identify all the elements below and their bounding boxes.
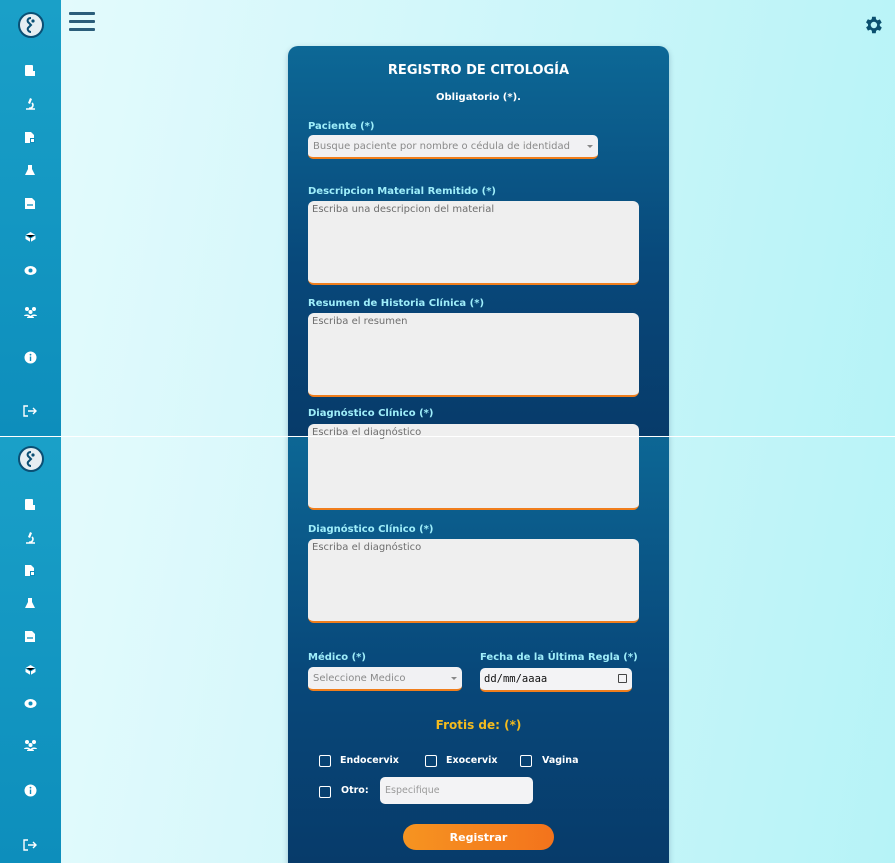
exocervix-label: Exocervix (446, 755, 498, 766)
fecha-label: Fecha de la Última Regla (*) (480, 652, 638, 663)
endocervix-label: Endocervix (340, 755, 399, 766)
diagnostico-label: Diagnóstico Clínico (*) (308, 408, 434, 419)
diagnostico-textarea[interactable] (308, 539, 639, 623)
medico-placeholder: Seleccione Medico (313, 672, 406, 684)
form-title: REGISTRO DE CITOLOGÍA (387, 63, 570, 78)
calendar-icon[interactable] (618, 674, 627, 683)
screen-bottom: Diagnóstico Clínico (*) Médico (*) Selec… (0, 437, 895, 863)
registration-form: Diagnóstico Clínico (*) Médico (*) Selec… (288, 437, 669, 863)
users-icon[interactable] (19, 734, 41, 756)
descripcion-label: Descripcion Material Remitido (*) (308, 186, 497, 197)
medico-label: Médico (*) (308, 652, 366, 663)
paciente-placeholder: Busque paciente por nombre o cédula de i… (313, 140, 570, 152)
microscope-icon[interactable] (19, 526, 41, 548)
info-icon[interactable] (19, 779, 41, 801)
flask-icon[interactable] (19, 592, 41, 614)
vagina-checkbox[interactable] (520, 755, 532, 767)
menu-icon[interactable] (69, 12, 95, 32)
users-icon[interactable] (19, 301, 41, 323)
otro-label: Otro: (341, 785, 369, 796)
diagnostico-label: Diagnóstico Clínico (*) (308, 524, 434, 535)
paciente-select[interactable]: Busque paciente por nombre o cédula de i… (308, 135, 598, 159)
diagnostico-textarea[interactable] (308, 424, 639, 436)
patient-icon[interactable] (19, 493, 41, 515)
document-icon[interactable] (19, 126, 41, 148)
logo-icon[interactable] (18, 12, 44, 38)
endocervix-checkbox[interactable] (319, 755, 331, 767)
sidebar (0, 437, 61, 863)
resumen-label: Resumen de Historia Clínica (*) (308, 298, 485, 309)
logo-icon[interactable] (18, 446, 44, 472)
organ-icon[interactable] (19, 226, 41, 248)
microscope-icon[interactable] (19, 92, 41, 114)
report-icon[interactable] (19, 625, 41, 647)
sidebar (0, 0, 61, 436)
flask-icon[interactable] (19, 159, 41, 181)
fecha-value: dd/mm/aaaa (484, 673, 548, 685)
chevron-down-icon (587, 145, 593, 148)
otro-specify-input[interactable] (380, 777, 533, 804)
required-note: Obligatorio (*). (436, 92, 521, 103)
organ-icon[interactable] (19, 659, 41, 681)
report-icon[interactable] (19, 192, 41, 214)
screen-top: REGISTRO DE CITOLOGÍA Obligatorio (*). P… (0, 0, 895, 436)
descripcion-textarea[interactable] (308, 201, 639, 285)
info-icon[interactable] (19, 346, 41, 368)
eye-icon[interactable] (19, 692, 41, 714)
resumen-textarea[interactable] (308, 313, 639, 397)
diagnostico-textarea[interactable] (308, 437, 639, 510)
registration-form: REGISTRO DE CITOLOGÍA Obligatorio (*). P… (288, 46, 669, 436)
register-button[interactable]: Registrar (403, 824, 554, 850)
gear-icon[interactable] (862, 14, 884, 36)
eye-icon[interactable] (19, 259, 41, 281)
document-icon[interactable] (19, 559, 41, 581)
frotis-heading: Frotis de: (*) (435, 718, 522, 732)
logout-icon[interactable] (19, 400, 41, 422)
exocervix-checkbox[interactable] (425, 755, 437, 767)
vagina-label: Vagina (542, 755, 579, 766)
paciente-label: Paciente (*) (308, 121, 375, 132)
medico-select[interactable]: Seleccione Medico (308, 667, 462, 691)
patient-icon[interactable] (19, 59, 41, 81)
chevron-down-icon (451, 677, 457, 680)
fecha-input[interactable]: dd/mm/aaaa (480, 668, 632, 692)
otro-checkbox[interactable] (319, 786, 331, 798)
logout-icon[interactable] (19, 834, 41, 856)
